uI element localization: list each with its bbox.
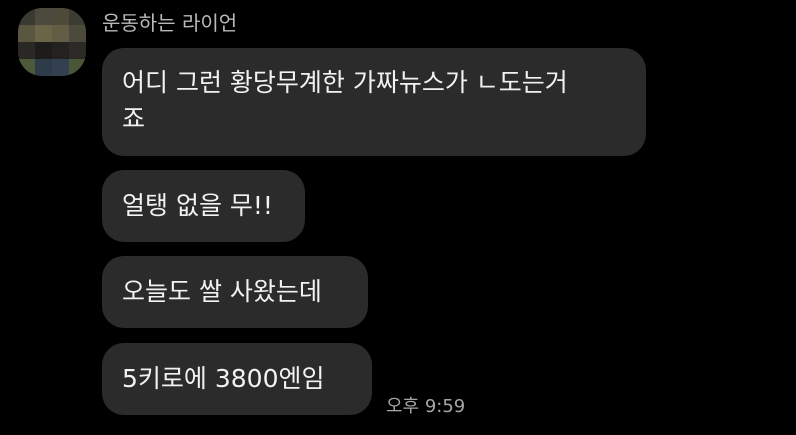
avatar-pixel	[69, 8, 86, 25]
avatar-pixel	[35, 59, 52, 76]
avatar-pixel	[52, 59, 69, 76]
avatar-pixel	[69, 42, 86, 59]
message-text: 오늘도 쌀 사왔는데	[122, 277, 322, 306]
avatar-pixel	[35, 42, 52, 59]
message-bubble[interactable]: 오늘도 쌀 사왔는데	[102, 256, 368, 328]
avatar[interactable]	[18, 8, 86, 76]
message-text-line: 어디 그런 황당무계한 가짜뉴스가 ㄴ도는거	[122, 68, 568, 97]
message-bubble[interactable]: 어디 그런 황당무계한 가짜뉴스가 ㄴ도는거 죠	[102, 48, 646, 156]
avatar-pixel	[18, 8, 35, 25]
message-bubble[interactable]: 얼탱 없을 무!!	[102, 170, 305, 242]
message-timestamp: 오후 9:59	[386, 396, 466, 417]
avatar-pixel	[52, 42, 69, 59]
avatar-pixel	[52, 25, 69, 42]
avatar-pixel	[35, 8, 52, 25]
avatar-pixel	[18, 42, 35, 59]
message-bubble[interactable]: 5키로에 3800엔임	[102, 343, 372, 415]
message-text-line: 죠	[122, 104, 146, 133]
avatar-pixel	[52, 8, 69, 25]
message-text: 얼탱 없을 무!!	[122, 191, 273, 220]
avatar-pixel	[18, 59, 35, 76]
sender-name: 운동하는 라이언	[102, 11, 238, 35]
chat-thread: 운동하는 라이언 어디 그런 황당무계한 가짜뉴스가 ㄴ도는거 죠 얼탱 없을 …	[0, 0, 796, 435]
avatar-pixel	[18, 25, 35, 42]
avatar-pixel	[35, 25, 52, 42]
avatar-pixel	[69, 25, 86, 42]
message-text: 5키로에 3800엔임	[122, 364, 325, 393]
avatar-pixel	[69, 59, 86, 76]
